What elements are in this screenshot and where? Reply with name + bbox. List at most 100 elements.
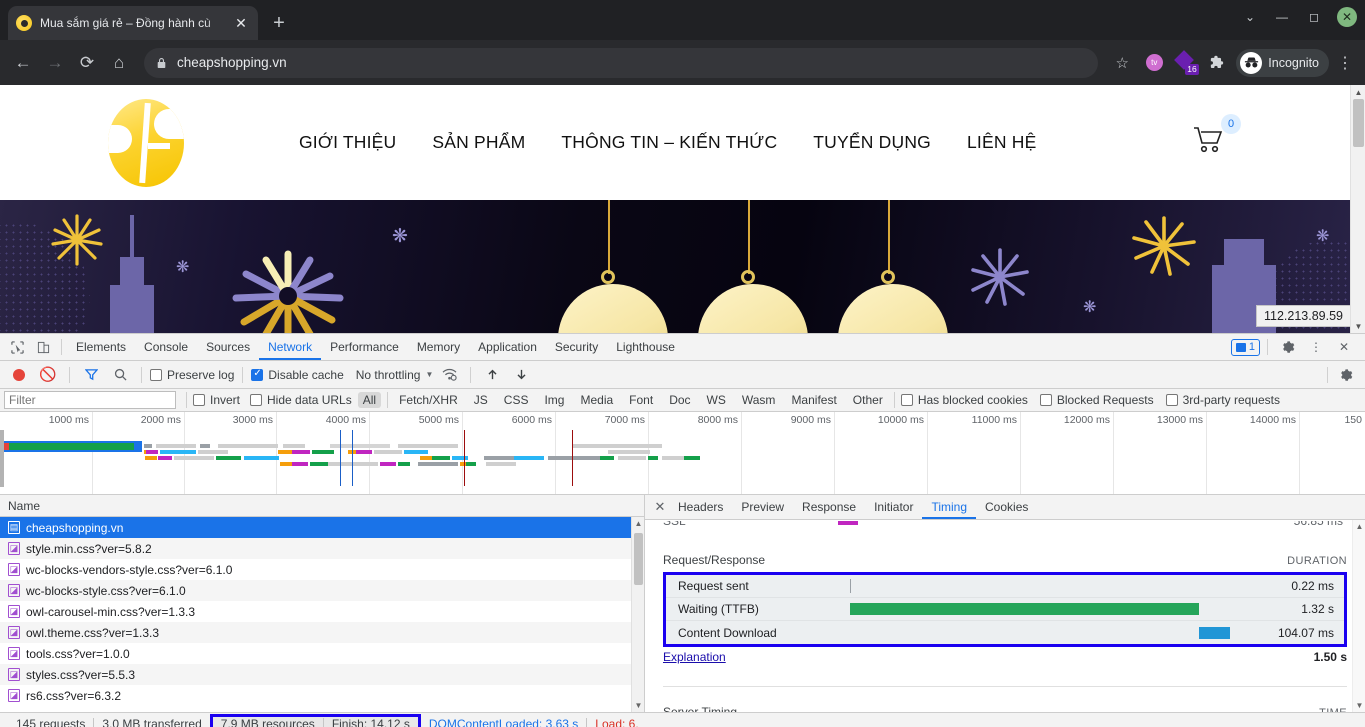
devtools-close-icon[interactable]: ✕ [1331, 335, 1357, 359]
site-nav-item-tuyen-dung[interactable]: TUYỂN DỤNG [813, 132, 931, 153]
detail-tab-headers[interactable]: Headers [669, 495, 732, 519]
browser-tab[interactable]: Mua sắm giá rẻ – Đồng hành cù ✕ [8, 6, 258, 40]
hide-data-urls-checkbox[interactable]: Hide data URLs [250, 393, 352, 407]
table-row[interactable]: ◪ rs6.css?ver=6.3.2 [0, 685, 644, 706]
puzzle-icon[interactable] [1204, 49, 1232, 77]
new-tab-button[interactable]: + [264, 8, 294, 38]
scroll-down-icon[interactable]: ▼ [1351, 319, 1365, 333]
devtools-tab-memory[interactable]: Memory [408, 334, 469, 360]
cart-button[interactable]: 0 [1193, 114, 1241, 159]
detail-tab-initiator[interactable]: Initiator [865, 495, 922, 519]
close-tab-icon[interactable]: ✕ [232, 16, 250, 30]
devtools-tab-network[interactable]: Network [259, 334, 322, 360]
site-nav-item-gioi-thieu[interactable]: GIỚI THIỆU [299, 132, 396, 153]
search-icon[interactable] [107, 363, 133, 387]
type-filter-wasm[interactable]: Wasm [737, 392, 781, 408]
type-filter-css[interactable]: CSS [499, 392, 534, 408]
close-window-button[interactable]: ✕ [1337, 7, 1357, 27]
site-logo[interactable] [108, 98, 184, 187]
overview-left-handle[interactable] [0, 430, 4, 487]
devtools-tab-application[interactable]: Application [469, 334, 546, 360]
minimize-window-button[interactable]: — [1267, 4, 1297, 30]
incognito-profile-button[interactable]: Incognito [1236, 48, 1329, 77]
type-filter-fetch-xhr[interactable]: Fetch/XHR [394, 392, 463, 408]
type-filter-js[interactable]: JS [469, 392, 493, 408]
gear-icon[interactable] [1275, 335, 1301, 359]
record-icon[interactable] [6, 363, 32, 387]
browser-menu-icon[interactable]: ⋮ [1333, 53, 1357, 73]
table-row[interactable]: ◪ owl.theme.css?ver=1.3.3 [0, 622, 644, 643]
blocked-requests-checkbox[interactable]: Blocked Requests [1039, 393, 1154, 407]
filter-icon[interactable] [78, 363, 104, 387]
maximize-window-button[interactable]: ◻ [1299, 4, 1329, 30]
site-nav-item-san-pham[interactable]: SẢN PHẨM [432, 132, 525, 153]
scroll-up-icon[interactable]: ▲ [632, 517, 644, 530]
preserve-log-checkbox[interactable]: Preserve log [150, 368, 234, 382]
network-conditions-icon[interactable] [436, 363, 462, 387]
explanation-link[interactable]: Explanation [663, 650, 726, 664]
has-blocked-cookies-checkbox[interactable]: Has blocked cookies [900, 393, 1028, 407]
detail-scrollbar[interactable]: ▲ ▼ [1352, 520, 1365, 712]
close-detail-icon[interactable]: ✕ [651, 499, 669, 515]
table-row[interactable]: ◪ owl-carousel-min.css?ver=1.3.3 [0, 601, 644, 622]
request-list-scrollbar[interactable]: ▲ ▼ [631, 517, 644, 712]
third-party-requests-checkbox[interactable]: 3rd-party requests [1165, 393, 1280, 407]
import-har-icon[interactable] [479, 363, 505, 387]
table-row[interactable]: ◪ wc-blocks-style.css?ver=6.1.0 [0, 580, 644, 601]
devtools-tab-performance[interactable]: Performance [321, 334, 408, 360]
scroll-down-icon[interactable]: ▼ [1353, 699, 1365, 712]
type-filter-doc[interactable]: Doc [664, 392, 695, 408]
network-overview-timeline[interactable]: 1000 ms 2000 ms 3000 ms 4000 ms 5000 ms … [0, 412, 1365, 495]
extension-purple-icon[interactable]: 16 [1172, 49, 1200, 77]
page-scrollbar-thumb[interactable] [1353, 99, 1364, 147]
site-nav-item-lien-he[interactable]: LIÊN HỆ [967, 132, 1036, 153]
export-har-icon[interactable] [508, 363, 534, 387]
type-filter-manifest[interactable]: Manifest [786, 392, 841, 408]
address-bar[interactable]: cheapshopping.vn [144, 47, 1099, 78]
reload-button[interactable]: ⟳ [72, 48, 102, 78]
network-settings-gear-icon[interactable] [1333, 363, 1359, 387]
console-message-badge[interactable]: 1 [1230, 338, 1260, 356]
table-row[interactable]: ◪ style.min.css?ver=5.8.2 [0, 538, 644, 559]
table-row[interactable]: ◪ tools.css?ver=1.0.0 [0, 643, 644, 664]
type-filter-all[interactable]: All [357, 392, 382, 408]
type-filter-media[interactable]: Media [575, 392, 618, 408]
devtools-tab-lighthouse[interactable]: Lighthouse [607, 334, 684, 360]
table-row[interactable]: ◪ wc-blocks-vendors-style.css?ver=6.1.0 [0, 559, 644, 580]
type-filter-ws[interactable]: WS [702, 392, 731, 408]
type-filter-img[interactable]: Img [539, 392, 569, 408]
disable-cache-checkbox[interactable]: Disable cache [251, 367, 344, 382]
scroll-up-icon[interactable]: ▲ [1353, 520, 1365, 533]
type-filter-other[interactable]: Other [848, 392, 888, 408]
clear-icon[interactable]: 🚫 [35, 363, 61, 387]
extension-pink-icon[interactable]: tv [1140, 49, 1168, 77]
throttling-select[interactable]: No throttling ▼ [356, 368, 434, 382]
forward-button[interactable]: → [40, 48, 70, 78]
type-filter-font[interactable]: Font [624, 392, 658, 408]
invert-checkbox[interactable]: Invert [193, 393, 240, 407]
devtools-tab-elements[interactable]: Elements [67, 334, 135, 360]
detail-tab-timing[interactable]: Timing [922, 495, 977, 519]
devtools-more-icon[interactable]: ⋮ [1303, 335, 1329, 359]
detail-tab-preview[interactable]: Preview [732, 495, 793, 519]
scroll-down-icon[interactable]: ▼ [632, 699, 644, 712]
devtools-tab-security[interactable]: Security [546, 334, 607, 360]
back-button[interactable]: ← [8, 48, 38, 78]
detail-tab-cookies[interactable]: Cookies [976, 495, 1037, 519]
table-row[interactable]: ◪ styles.css?ver=5.5.3 [0, 664, 644, 685]
detail-tab-response[interactable]: Response [793, 495, 865, 519]
devtools-tab-console[interactable]: Console [135, 334, 197, 360]
page-scrollbar[interactable]: ▲ ▼ [1350, 85, 1365, 333]
scroll-up-icon[interactable]: ▲ [1351, 85, 1365, 99]
home-button[interactable]: ⌂ [104, 48, 134, 78]
tab-search-chevron-icon[interactable]: ⌄ [1235, 4, 1265, 30]
inspect-element-icon[interactable] [4, 335, 30, 359]
device-toolbar-icon[interactable] [30, 335, 56, 359]
table-row[interactable]: ▤ cheapshopping.vn [0, 517, 644, 538]
devtools-tab-sources[interactable]: Sources [197, 334, 259, 360]
bookmark-star-icon[interactable]: ☆ [1108, 49, 1136, 77]
request-scrollbar-thumb[interactable] [634, 533, 643, 585]
filter-input[interactable] [4, 391, 176, 409]
site-nav-item-thong-tin[interactable]: THÔNG TIN – KIẾN THỨC [561, 132, 777, 153]
request-list[interactable]: ▤ cheapshopping.vn ◪ style.min.css?ver=5… [0, 517, 644, 712]
